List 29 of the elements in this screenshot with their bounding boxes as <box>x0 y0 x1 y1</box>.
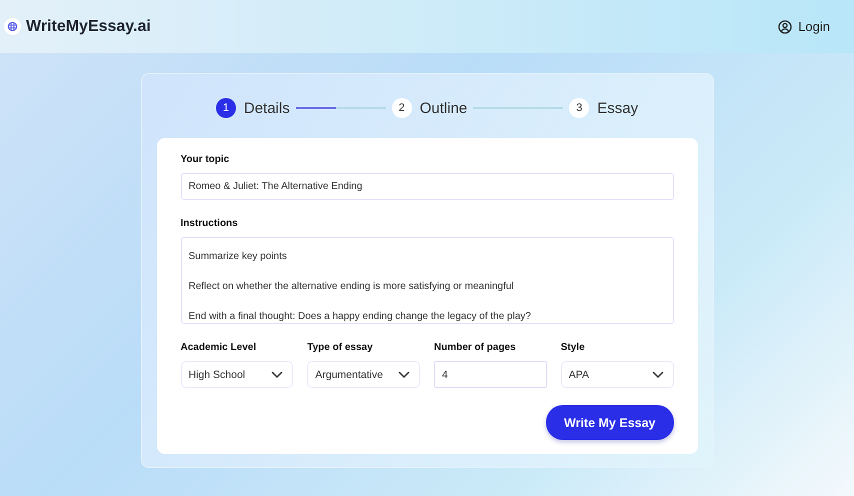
dropdown[interactable]: Argumentative <box>307 361 420 388</box>
brand-name[interactable]: WriteMyEssay.ai <box>26 18 151 36</box>
chevron-down-icon <box>398 370 410 378</box>
chevron-down-icon <box>271 370 284 378</box>
field-label: Your topic <box>180 154 230 165</box>
instruction-line: Summarize key points <box>188 251 288 263</box>
topic-field[interactable]: Romeo & Juliet: The Alternative Ending <box>180 173 674 200</box>
field-label: Style <box>560 342 586 353</box>
chevron-down-icon <box>652 370 664 378</box>
instructions-field[interactable]: Summarize key points Reflect on whether the alternative ending is more satisfying or meaningful End with a final thought: Does a happy ending change the legacy of the play? <box>180 237 674 324</box>
step-label[interactable]: Outline <box>420 100 468 116</box>
logo-icon <box>4 18 21 35</box>
pages-field[interactable]: 4 <box>434 361 547 388</box>
step-label[interactable]: Essay <box>597 100 638 116</box>
dropdown[interactable]: High School <box>180 361 294 388</box>
step-number: 2 <box>392 98 412 118</box>
dropdown[interactable]: APA <box>560 361 674 388</box>
field-label: Number of pages <box>434 342 517 353</box>
user-icon <box>778 20 792 34</box>
login-button[interactable]: Login <box>778 19 830 34</box>
field-label: Academic Level <box>180 342 258 353</box>
instruction-line: Reflect on whether the alternative ending is more satisfying or meaningful <box>188 281 515 293</box>
field-label: Type of essay <box>307 342 374 353</box>
step-label[interactable]: Details <box>244 100 290 116</box>
field-label: Instructions <box>180 218 239 229</box>
instruction-line: End with a final thought: Does a happy ending change the legacy of the play? <box>188 311 532 323</box>
step-number: 3 <box>569 98 590 118</box>
write-essay-button[interactable]: Write My Essay <box>546 405 674 440</box>
step-number: 1 <box>216 98 236 118</box>
